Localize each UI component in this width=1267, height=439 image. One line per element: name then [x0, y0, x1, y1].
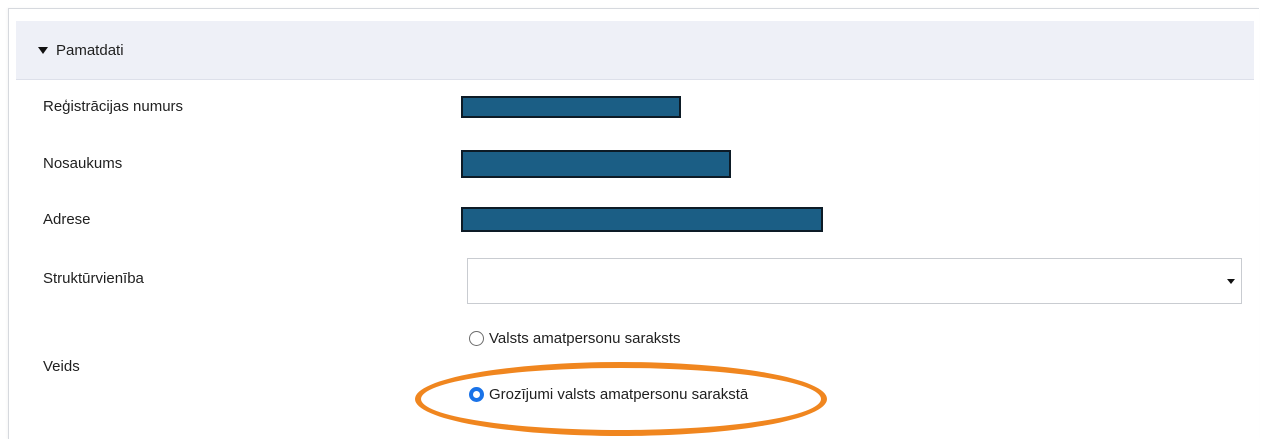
- type-option-grozijumi[interactable]: Grozījumi valsts amatpersonu sarakstā: [469, 386, 748, 403]
- section-header-pamatdati[interactable]: Pamatdati: [16, 21, 1254, 80]
- registration-number-redacted-value: [461, 96, 681, 118]
- radio-label: Valsts amatpersonu saraksts: [489, 330, 681, 347]
- unit-select[interactable]: [467, 258, 1242, 304]
- name-label: Nosaukums: [43, 155, 123, 172]
- chevron-down-icon: [1227, 279, 1235, 284]
- radio-button-checked[interactable]: [469, 387, 484, 402]
- registration-number-label: Reģistrācijas numurs: [43, 98, 184, 115]
- name-redacted-value: [461, 150, 731, 178]
- radio-button-unchecked[interactable]: [469, 331, 484, 346]
- type-label: Veids: [43, 358, 80, 375]
- type-option-valsts-amatpersonu-saraksts[interactable]: Valsts amatpersonu saraksts: [469, 330, 680, 347]
- address-redacted-value: [461, 207, 823, 232]
- radio-label: Grozījumi valsts amatpersonu sarakstā: [489, 386, 749, 403]
- unit-label: Struktūrvienība: [43, 270, 144, 287]
- address-label: Adrese: [43, 211, 91, 228]
- caret-down-icon: [38, 46, 48, 54]
- section-title: Pamatdati: [56, 41, 124, 59]
